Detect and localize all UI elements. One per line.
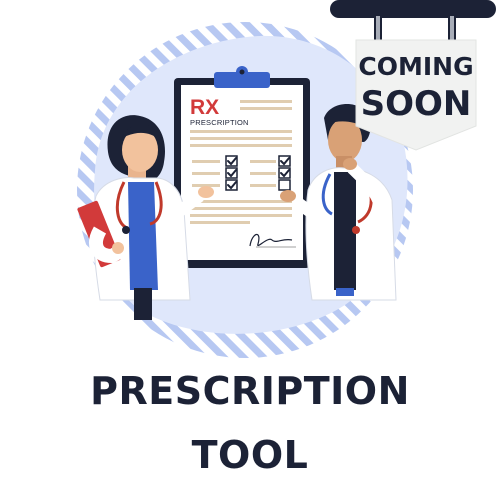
sign-text-line-1: COMING: [358, 52, 474, 81]
page-title-line-2: TOOL: [191, 433, 309, 477]
sign-text-line-2: SOON: [360, 84, 472, 124]
clipboard-subheading: PRESCRIPTION: [190, 118, 249, 127]
clipboard-heading: RX: [190, 96, 220, 119]
page-title-line-1: PRESCRIPTION: [90, 369, 410, 413]
